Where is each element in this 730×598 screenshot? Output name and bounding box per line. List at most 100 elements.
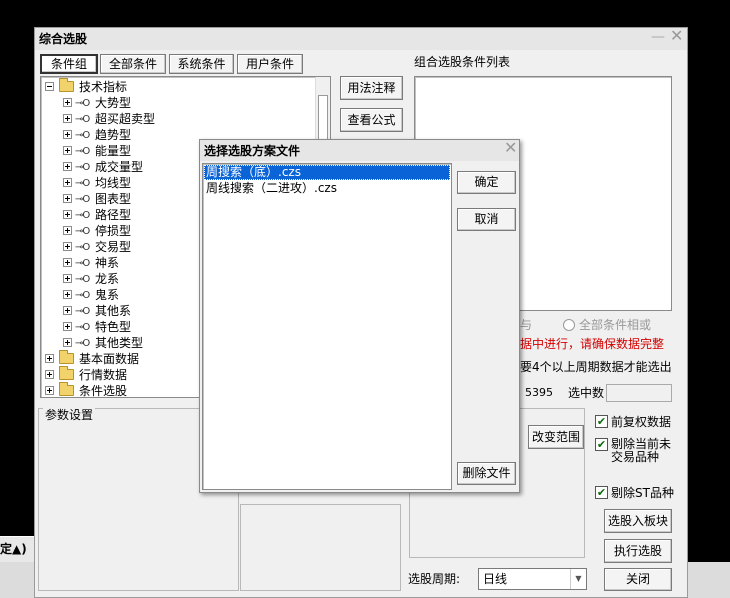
close-icon[interactable]: ✕ xyxy=(504,140,517,156)
expand-icon[interactable] xyxy=(63,274,72,283)
checkbox-exclude-untraded[interactable]: ✔ xyxy=(595,438,608,451)
tree-node-label: 其他类型 xyxy=(95,336,144,350)
key-icon: ⊸O xyxy=(75,274,90,285)
tree-node-label: 大势型 xyxy=(95,96,132,110)
tree-folder-node[interactable]: 技术指标 xyxy=(45,78,295,95)
cancel-button[interactable]: 取消 xyxy=(457,208,516,231)
collapse-icon[interactable] xyxy=(45,82,54,91)
view-formula-button[interactable]: 查看公式 xyxy=(340,108,403,132)
file-item-selected[interactable]: 周搜索（底）.czs xyxy=(204,165,450,180)
tree-condition-node[interactable]: ⊸O 大势型 xyxy=(63,95,313,111)
file-dialog-title: 选择选股方案文件 xyxy=(204,144,301,158)
expand-icon[interactable] xyxy=(45,386,54,395)
tree-node-label: 图表型 xyxy=(95,192,132,206)
selected-count-field xyxy=(606,384,672,402)
expand-icon[interactable] xyxy=(63,130,72,139)
minimize-icon[interactable]: — xyxy=(651,30,665,44)
expand-icon[interactable] xyxy=(63,194,72,203)
tree-node-label: 行情数据 xyxy=(79,368,128,382)
file-item[interactable]: 周线搜索（二进攻）.czs xyxy=(204,181,450,196)
checkbox-exclude-untraded-label-2: 交易品种 xyxy=(611,450,660,464)
file-item-name: 周搜索（底）.czs xyxy=(206,165,301,179)
param-settings-title: 参数设置 xyxy=(43,408,96,422)
select-to-block-button[interactable]: 选股入板块 xyxy=(604,509,672,533)
expand-icon[interactable] xyxy=(63,146,72,155)
close-icon[interactable]: ✕ xyxy=(670,28,683,44)
change-range-button[interactable]: 改变范围 xyxy=(528,425,584,449)
checkbox-forward-adjust[interactable]: ✔ xyxy=(595,415,608,428)
tree-node-label: 趋势型 xyxy=(95,128,132,142)
main-title-bar[interactable]: 综合选股 — ✕ xyxy=(35,28,687,50)
key-icon: ⊸O xyxy=(75,306,90,317)
background-status-text: 定▲) xyxy=(0,542,27,556)
tree-node-label: 鬼系 xyxy=(95,288,120,302)
combined-list-title: 组合选股条件列表 xyxy=(414,55,511,69)
checkbox-exclude-st[interactable]: ✔ xyxy=(595,486,608,499)
checkbox-exclude-st-label: 剔除ST品种 xyxy=(611,486,674,500)
ok-button[interactable]: 确定 xyxy=(457,171,516,194)
file-item-name: 周线搜索（二进攻）.czs xyxy=(206,181,337,195)
delete-file-button[interactable]: 删除文件 xyxy=(457,462,516,485)
file-list[interactable]: 周搜索（底）.czs 周线搜索（二进攻）.czs xyxy=(202,163,452,490)
tree-node-label: 停损型 xyxy=(95,224,132,238)
tab-all-conditions[interactable]: 全部条件 xyxy=(100,54,166,74)
checkbox-forward-adjust-label: 前复权数据 xyxy=(611,415,672,429)
middle-lower-group xyxy=(240,504,401,591)
data-warning-text: 据中进行，请确保数据完整 xyxy=(520,337,665,351)
tab-condition-group[interactable]: 条件组 xyxy=(40,54,98,74)
file-dialog: 选择选股方案文件 ✕ 周搜索（底）.czs 周线搜索（二进攻）.czs 确定 取… xyxy=(199,139,520,493)
chevron-down-icon[interactable]: ▼ xyxy=(570,569,586,589)
key-icon: ⊸O xyxy=(75,178,90,189)
tab-user-conditions[interactable]: 用户条件 xyxy=(237,54,303,74)
tree-node-label: 神系 xyxy=(95,256,120,270)
selected-count-label: 选中数 xyxy=(568,386,605,400)
expand-icon[interactable] xyxy=(63,242,72,251)
expand-icon[interactable] xyxy=(63,162,72,171)
key-icon: ⊸O xyxy=(75,114,90,125)
expand-icon[interactable] xyxy=(63,210,72,219)
key-icon: ⊸O xyxy=(75,194,90,205)
tree-node-label: 交易型 xyxy=(95,240,132,254)
period-label: 选股周期: xyxy=(408,572,461,586)
usage-note-button[interactable]: 用法注释 xyxy=(340,76,403,100)
expand-icon[interactable] xyxy=(45,354,54,363)
execute-selection-button[interactable]: 执行选股 xyxy=(604,539,672,563)
expand-icon[interactable] xyxy=(63,322,72,331)
tree-node-label: 其他系 xyxy=(95,304,132,318)
tree-node-label: 路径型 xyxy=(95,208,132,222)
tree-node-label: 龙系 xyxy=(95,272,120,286)
tab-system-conditions[interactable]: 系统条件 xyxy=(169,54,234,74)
expand-icon[interactable] xyxy=(63,306,72,315)
tree-node-label: 成交量型 xyxy=(95,160,144,174)
expand-icon[interactable] xyxy=(63,290,72,299)
main-window-title: 综合选股 xyxy=(39,32,88,46)
expand-icon[interactable] xyxy=(45,370,54,379)
expand-icon[interactable] xyxy=(63,338,72,347)
key-icon: ⊸O xyxy=(75,130,90,141)
expand-icon[interactable] xyxy=(63,178,72,187)
key-icon: ⊸O xyxy=(75,258,90,269)
radio-and-partial-label: 与 xyxy=(520,318,533,332)
tree-node-label: 均线型 xyxy=(95,176,132,190)
tree-node-label: 条件选股 xyxy=(79,384,128,398)
expand-icon[interactable] xyxy=(63,258,72,267)
key-icon: ⊸O xyxy=(75,146,90,157)
tree-node-label: 特色型 xyxy=(95,320,132,334)
radio-all-or[interactable] xyxy=(563,319,575,331)
folder-icon xyxy=(59,382,74,396)
tree-node-label: 能量型 xyxy=(95,144,132,158)
expand-icon[interactable] xyxy=(63,98,72,107)
folder-icon xyxy=(59,78,74,92)
period-select[interactable]: 日线 ▼ xyxy=(478,568,587,590)
close-button[interactable]: 关闭 xyxy=(604,568,672,591)
total-count-value: 5395 xyxy=(525,386,553,399)
expand-icon[interactable] xyxy=(63,114,72,123)
period-select-value: 日线 xyxy=(483,572,508,586)
key-icon: ⊸O xyxy=(75,210,90,221)
tree-node-label: 超买超卖型 xyxy=(95,112,156,126)
key-icon: ⊸O xyxy=(75,98,90,109)
file-dialog-title-bar[interactable]: 选择选股方案文件 ✕ xyxy=(200,140,519,161)
expand-icon[interactable] xyxy=(63,226,72,235)
tree-condition-node[interactable]: ⊸O 超买超卖型 xyxy=(63,111,313,127)
radio-all-or-label: 全部条件相或 xyxy=(579,318,652,332)
